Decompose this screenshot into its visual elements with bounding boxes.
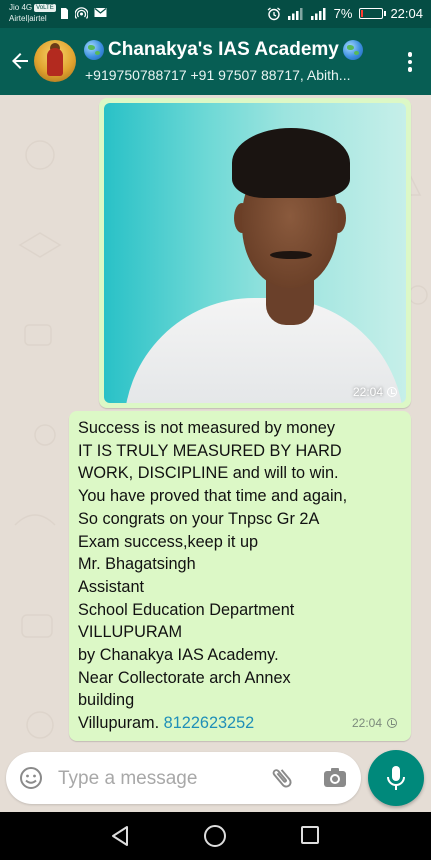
system-status: 7% 22:04: [267, 6, 423, 21]
back-arrow-icon[interactable]: [8, 49, 32, 73]
sim-card-icon: [61, 8, 68, 19]
message-line: Near Collectorate arch Annex: [78, 668, 291, 687]
chat-title-row[interactable]: Chanakya's IAS Academy: [84, 39, 363, 61]
attach-icon[interactable]: [269, 765, 295, 791]
battery-fill: [361, 10, 364, 17]
text-message-bubble[interactable]: Success is not measured by money IT IS T…: [69, 411, 411, 741]
carrier-line-1: Jio 4G: [9, 3, 33, 12]
clock-icon: [387, 387, 397, 397]
photo-mustache: [270, 251, 312, 259]
emoji-icon[interactable]: [19, 766, 43, 790]
message-input[interactable]: Type a message: [58, 768, 197, 790]
text-time-text: 22:04: [351, 716, 382, 730]
nav-back-icon[interactable]: [110, 825, 130, 847]
nav-recents-icon[interactable]: [301, 826, 319, 844]
more-vert-icon[interactable]: [407, 52, 413, 72]
message-line: by Chanakya IAS Academy.: [78, 646, 279, 665]
mic-icon: [387, 766, 405, 790]
battery-icon: [359, 8, 387, 19]
phone-link[interactable]: 8122623252: [164, 714, 255, 732]
message-line: You have proved that time and again,: [78, 487, 348, 506]
carrier-line-2: Airtel|airtel: [9, 14, 47, 23]
message-line: Assistant: [78, 577, 145, 596]
status-bar: Jio 4G VoLTE Airtel|airtel 7% 22:04: [0, 0, 431, 28]
system-nav-bar: [0, 812, 431, 860]
notification-icons: [60, 7, 107, 20]
image-message-bubble[interactable]: 22:04: [99, 98, 411, 408]
signal-icon: [287, 8, 303, 20]
text-message-time: 22:04: [352, 716, 397, 730]
message-line: Mr. Bhagatsingh: [78, 555, 196, 574]
avatar-figure-body: [47, 48, 63, 76]
carrier-info: Jio 4G VoLTE Airtel|airtel: [9, 2, 56, 24]
message-text[interactable]: Success is not measured by money IT IS T…: [78, 417, 401, 735]
message-line: building: [78, 691, 135, 710]
photo-hair: [232, 128, 350, 198]
message-line: VILLUPURAM: [78, 623, 183, 642]
message-line: Exam success,keep it up: [78, 532, 259, 551]
chat-header[interactable]: Chanakya's IAS Academy +919750788717 +91…: [0, 28, 431, 95]
message-composer[interactable]: Type a message: [6, 752, 361, 804]
message-line: School Education Department: [78, 600, 295, 619]
battery-percent: 7%: [333, 6, 353, 21]
address-city: Villupuram.: [78, 714, 164, 733]
status-time: 22:04: [390, 6, 423, 21]
message-line: IT IS TRULY MEASURED BY HARD: [78, 441, 342, 460]
clock-icon: [387, 718, 397, 728]
globe-emoji-icon: [342, 40, 363, 60]
chat-participants: +919750788717 +91 97507 88717, Abith...: [85, 67, 351, 83]
message-line: WORK, DISCIPLINE and will to win.: [78, 464, 339, 483]
message-line: So congrats on your Tnpsc Gr 2A: [78, 509, 320, 528]
mic-button[interactable]: [368, 750, 424, 806]
signal-icon-2: [310, 8, 326, 20]
globe-emoji-icon: [84, 40, 104, 60]
chat-title: Chanakya's IAS Academy: [108, 39, 339, 60]
photo[interactable]: [104, 103, 406, 403]
volte-badge: VoLTE: [34, 4, 56, 12]
conversation-area[interactable]: 22:04 Success is not measured by money I…: [0, 95, 431, 812]
nav-home-icon[interactable]: [204, 825, 226, 847]
image-time-text: 22:04: [352, 385, 383, 399]
group-avatar[interactable]: [34, 40, 76, 82]
message-line: Success is not measured by money: [78, 419, 336, 437]
hotspot-icon: [75, 7, 88, 19]
alarm-icon: [267, 6, 281, 20]
camera-icon[interactable]: [322, 766, 348, 790]
mail-icon: [94, 8, 107, 17]
image-message-time: 22:04: [353, 385, 397, 399]
